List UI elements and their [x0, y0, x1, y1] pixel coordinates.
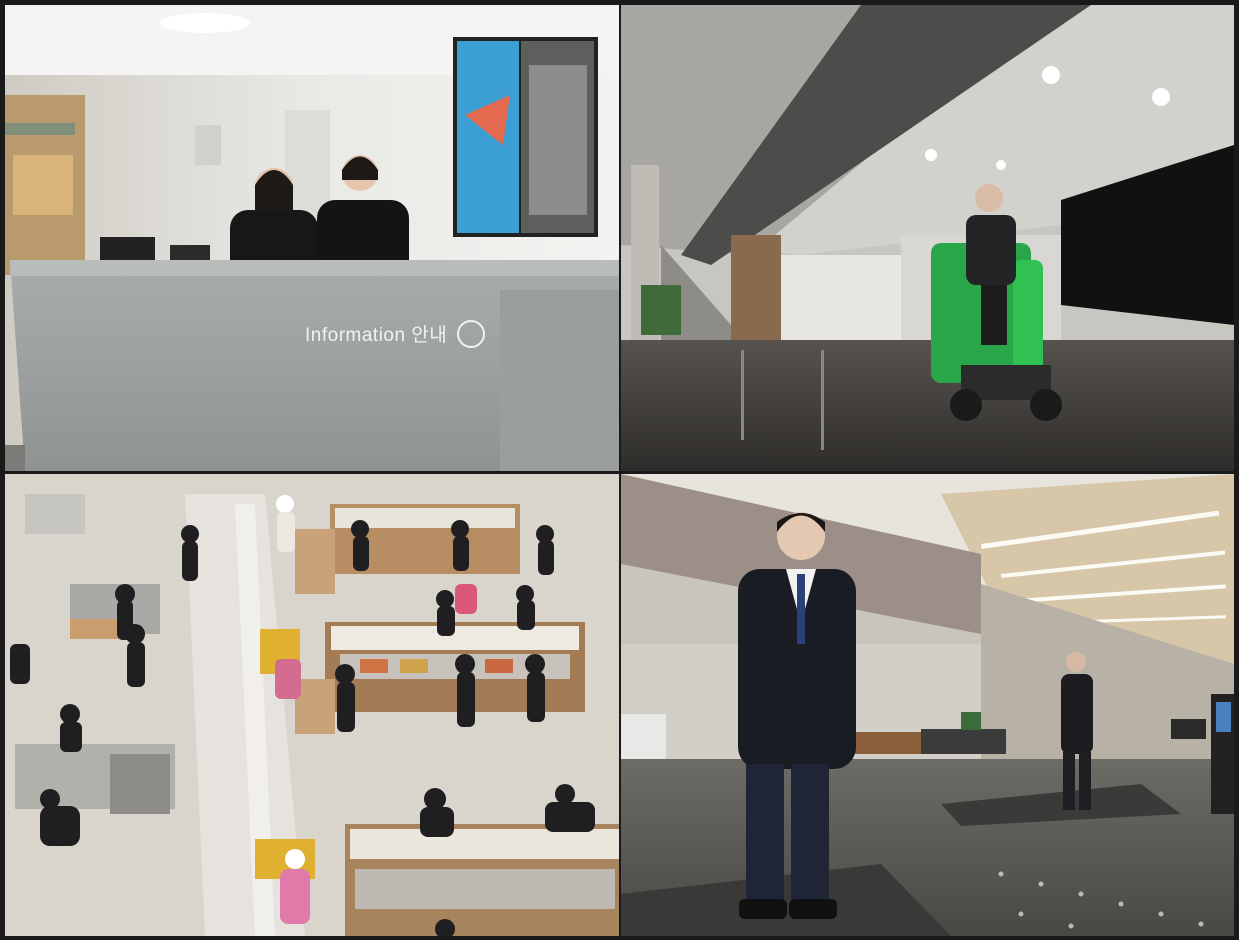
lobby-floor-cleaning-photo	[621, 5, 1234, 471]
panel-lobby-security-guards	[621, 474, 1234, 936]
panel-lobby-floor-cleaning	[621, 5, 1234, 471]
information-desk-photo: Information 안내	[5, 5, 619, 471]
panel-information-desk: Information 안내	[5, 5, 619, 471]
cafeteria-overhead-photo	[5, 474, 619, 936]
lobby-security-guards-photo	[621, 474, 1234, 936]
information-sign: Information 안내	[305, 324, 447, 346]
photo-collage: Information 안내	[0, 0, 1239, 940]
panel-cafeteria-overhead	[5, 474, 619, 936]
